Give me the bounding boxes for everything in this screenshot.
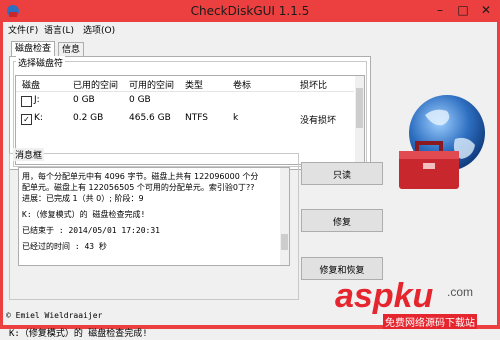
log-line: 进展：已完成 1（共 0）; 阶段：9 <box>22 194 144 203</box>
menu-bar: 文件(F) 语言(L) 选项(O) <box>3 22 497 37</box>
message-log[interactable]: 用，每个分配单元中有 4096 字节。磁盘上共有 122096000 个分 配单… <box>18 167 290 266</box>
repair-button[interactable]: 修复 <box>301 209 383 232</box>
column-header[interactable]: 可用的空间 <box>129 78 174 91</box>
menu-file[interactable]: 文件(F) <box>8 23 38 36</box>
maximize-button[interactable]: □ <box>451 2 475 18</box>
window-title: CheckDiskGUI 1.1.5 <box>190 4 310 18</box>
drive-row-k[interactable]: ✓ K: 0.2 GB 465.6 GB NTFS k 没有损坏 <box>16 110 354 128</box>
column-header[interactable]: 卷标 <box>233 78 251 91</box>
drive-row-j[interactable]: J: 0 GB 0 GB <box>16 92 354 110</box>
column-header[interactable]: 类型 <box>185 78 203 91</box>
scrollbar-thumb[interactable] <box>356 88 363 128</box>
tab-disk-check[interactable]: 磁盘检查 <box>11 41 56 57</box>
free-space: 0 GB <box>129 95 151 105</box>
tab-info[interactable]: 信息 <box>58 42 85 57</box>
log-line: K:（修复模式）的 磁盘检查完成! <box>22 210 146 219</box>
damage-ratio: 没有损坏 <box>300 116 337 126</box>
log-line: 已经过的时间 : 43 秒 <box>22 242 107 251</box>
menu-language[interactable]: 语言(L) <box>44 23 74 36</box>
minimize-button[interactable]: – <box>428 2 452 18</box>
drive-letter: K: <box>34 113 43 123</box>
column-header[interactable]: 磁盘 <box>22 78 40 91</box>
app-window: CheckDiskGUI 1.1.5 – □ ✕ 文件(F) 语言(L) 选项(… <box>0 0 500 339</box>
used-space: 0 GB <box>73 95 95 105</box>
readonly-button[interactable]: 只读 <box>301 162 383 185</box>
status-text: K:（修复模式）的 磁盘检查完成! <box>9 329 148 339</box>
log-line: 配单元。磁盘上有 122056505 个可用的分配单元。索引验0丁?? <box>22 183 255 192</box>
used-space: 0.2 GB <box>73 113 104 123</box>
watermark-brand: aspku <box>335 277 434 315</box>
free-space: 465.6 GB <box>129 113 171 123</box>
scrollbar-thumb[interactable] <box>281 234 288 250</box>
message-log-scrollbar[interactable] <box>280 168 289 265</box>
drive-checkbox-k[interactable]: ✓ <box>21 114 32 125</box>
drive-list-header: 磁盘 已用的空间 可用的空间 类型 卷标 损坏比 <box>16 76 354 92</box>
watermark-suffix: .com <box>447 285 474 299</box>
log-line: 已结束于 : 2014/05/01 17:20:31 <box>22 226 160 235</box>
drive-letter: J: <box>34 95 40 105</box>
drive-list-scrollbar[interactable] <box>355 76 364 164</box>
close-button[interactable]: ✕ <box>474 2 498 18</box>
drive-list[interactable]: 磁盘 已用的空间 可用的空间 类型 卷标 损坏比 J: 0 GB 0 GB ✓ … <box>15 75 365 165</box>
log-line: 用，每个分配单元中有 4096 字节。磁盘上共有 122096000 个分 <box>22 172 259 181</box>
drive-group-label: 选择磁盘符 <box>16 56 66 69</box>
site-watermark: aspku .com 免费网络源码下载站 <box>335 279 500 329</box>
drive-checkbox-j[interactable] <box>21 96 32 107</box>
volume-label: k <box>233 113 239 123</box>
title-bar[interactable]: CheckDiskGUI 1.1.5 – □ ✕ <box>0 0 500 22</box>
globe-toolbox-icon <box>399 95 485 189</box>
watermark-slogan: 免费网络源码下载站 <box>383 314 477 329</box>
fs-type: NTFS <box>185 113 208 123</box>
column-header[interactable]: 已用的空间 <box>73 78 118 91</box>
menu-options[interactable]: 选项(O) <box>83 23 115 36</box>
author-credit: © Emiel Wieldraaijer <box>6 311 103 320</box>
column-header[interactable]: 损坏比 <box>300 78 327 91</box>
message-group-label: 消息框 <box>13 148 45 161</box>
